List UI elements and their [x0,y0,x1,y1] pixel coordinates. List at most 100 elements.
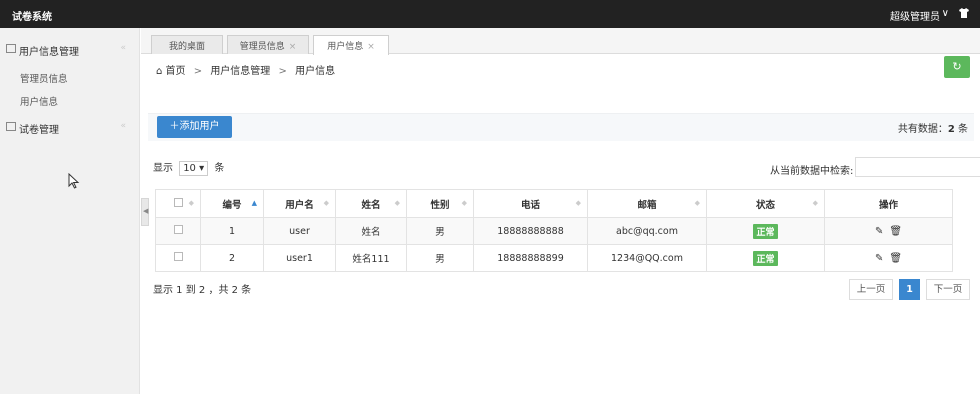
column-header-phone[interactable]: 电话 ◆ [473,189,588,218]
row-checkbox[interactable] [173,225,183,234]
breadcrumb-home[interactable]: 首页 [166,66,186,77]
list-icon [6,122,16,131]
column-header-email[interactable]: 邮箱 ◆ [587,189,707,218]
column-label: 编号 [222,199,242,211]
total-prefix: 共有数据： [897,124,948,135]
tab-label: 管理员信息 [239,42,285,52]
breadcrumb-separator: > [278,66,287,77]
next-page-button[interactable]: 下一页 [926,279,970,300]
list-icon [6,44,16,53]
column-label: 状态 [755,199,775,211]
tab-admin-info[interactable]: 管理员信息 × [227,35,309,54]
table-row: 2 user1 姓名111 男 18888888899 1234@QQ.com … [155,244,953,272]
total-count: 共有数据：2 条 [898,120,968,135]
cell-name: 姓名 [335,217,407,245]
sidebar-group-user-info[interactable]: 用户信息管理 « [0,38,140,60]
column-header-actions: 操作 [824,189,953,218]
search-input[interactable] [855,157,980,177]
column-label: 用户名 [285,199,314,211]
sort-icon: ◆ [575,199,581,207]
delete-icon[interactable]: 🗑 [889,226,902,237]
column-label: 电话 [520,199,540,211]
row-checkbox[interactable] [173,252,183,261]
close-icon[interactable]: × [367,42,375,52]
prev-page-button[interactable]: 上一页 [849,279,893,300]
refresh-icon: ↻ [952,60,962,73]
chevron-left-icon: ◀ [143,207,149,215]
close-icon[interactable]: × [289,42,297,52]
breadcrumb: ⌂ 首页 > 用户信息管理 > 用户信息 [156,62,335,77]
column-header-username[interactable]: 用户名 ◆ [263,189,336,218]
sort-icon: ◆ [188,199,194,207]
refresh-button[interactable]: ↻ [944,56,970,78]
total-suffix: 条 [958,124,968,135]
sidebar-item-user-info[interactable]: 用户信息 [20,94,58,108]
show-suffix: 条 [214,163,225,174]
sort-icon: ◆ [694,199,700,207]
cell-email: abc@qq.com [587,217,707,245]
chevron-icon: « [120,43,126,53]
page-length-control: 显示 10 ▾ 条 [153,159,224,176]
tab-desktop[interactable]: 我的桌面 [151,35,223,54]
cell-gender: 男 [406,244,474,272]
breadcrumb-level1[interactable]: 用户信息管理 [210,66,270,77]
column-header-id[interactable]: 编号 ▲ [200,189,264,218]
cell-name: 姓名111 [335,244,407,272]
status-badge[interactable]: 正常 [753,250,778,266]
cell-phone: 18888888888 [473,217,588,245]
total-number: 2 [947,124,955,135]
sidebar-group-label: 试卷管理 [19,125,59,136]
sidebar-item-admin-info[interactable]: 管理员信息 [20,71,68,85]
add-user-label: 添加用户 [179,121,220,132]
breadcrumb-separator: > [193,66,203,77]
table-row: 1 user 姓名 男 18888888888 abc@qq.com 正常 ✎ 🗑 [155,217,953,245]
column-label: 操作 [878,199,898,211]
breadcrumb-level2: 用户信息 [295,66,336,77]
home-icon: ⌂ [156,66,163,77]
chevron-down-icon[interactable]: ∨ [942,8,949,19]
page-1-button[interactable]: 1 [899,279,920,300]
edit-icon[interactable]: ✎ [875,226,883,237]
sidebar-group-exam[interactable]: 试卷管理 « [0,116,140,138]
chevron-icon: « [120,121,126,131]
delete-icon[interactable]: 🗑 [889,253,902,264]
select-all-checkbox[interactable] [173,197,183,207]
show-prefix: 显示 [153,163,173,174]
column-label: 姓名 [361,199,381,211]
user-menu[interactable]: 超级管理员 [890,8,940,23]
edit-icon[interactable]: ✎ [875,253,883,264]
column-header-status[interactable]: 状态 ◆ [706,189,825,218]
sort-icon: ◆ [323,199,329,207]
cell-phone: 18888888899 [473,244,588,272]
cell-username: user1 [263,244,336,272]
add-user-button[interactable]: ＋添加用户 [157,116,232,138]
select-all-header[interactable]: ◆ [155,189,201,218]
sidebar-group-label: 用户信息管理 [19,47,79,58]
column-label: 性别 [430,199,450,211]
cell-gender: 男 [406,217,474,245]
app-title: 试卷系统 [12,12,52,23]
table-header-row: ◆ 编号 ▲ 用户名 ◆ 姓名 ◆ 性别 ◆ 电话 ◆ 邮箱 ◆ 状态 ◆ 操作 [155,189,953,218]
sidebar: 用户信息管理 « 管理员信息 用户信息 试卷管理 « [0,28,140,394]
sidebar-toggle[interactable]: ◀ [141,198,149,226]
column-label: 邮箱 [637,199,657,211]
mouse-cursor-icon [68,173,80,189]
top-bar: 试卷系统 超级管理员 ∨ [0,0,980,28]
sort-asc-icon: ▲ [251,199,257,207]
search-label: 从当前数据中检索: [770,166,854,177]
cell-id: 2 [200,244,264,272]
tab-label: 我的桌面 [168,42,205,52]
column-header-gender[interactable]: 性别 ◆ [406,189,474,218]
column-header-name[interactable]: 姓名 ◆ [335,189,407,218]
shirt-icon[interactable] [958,7,970,19]
sort-icon: ◆ [394,199,400,207]
cell-id: 1 [200,217,264,245]
plus-icon: ＋ [169,121,180,132]
page-size-value: 10 [183,163,196,174]
sort-icon: ◆ [812,199,818,207]
page-size-select[interactable]: 10 ▾ [179,161,209,176]
table-info: 显示 1 到 2 ，共 2 条 [153,285,252,296]
status-badge[interactable]: 正常 [753,223,778,239]
tab-label: 用户信息 [327,42,364,52]
tab-user-info[interactable]: 用户信息 × [313,35,389,55]
